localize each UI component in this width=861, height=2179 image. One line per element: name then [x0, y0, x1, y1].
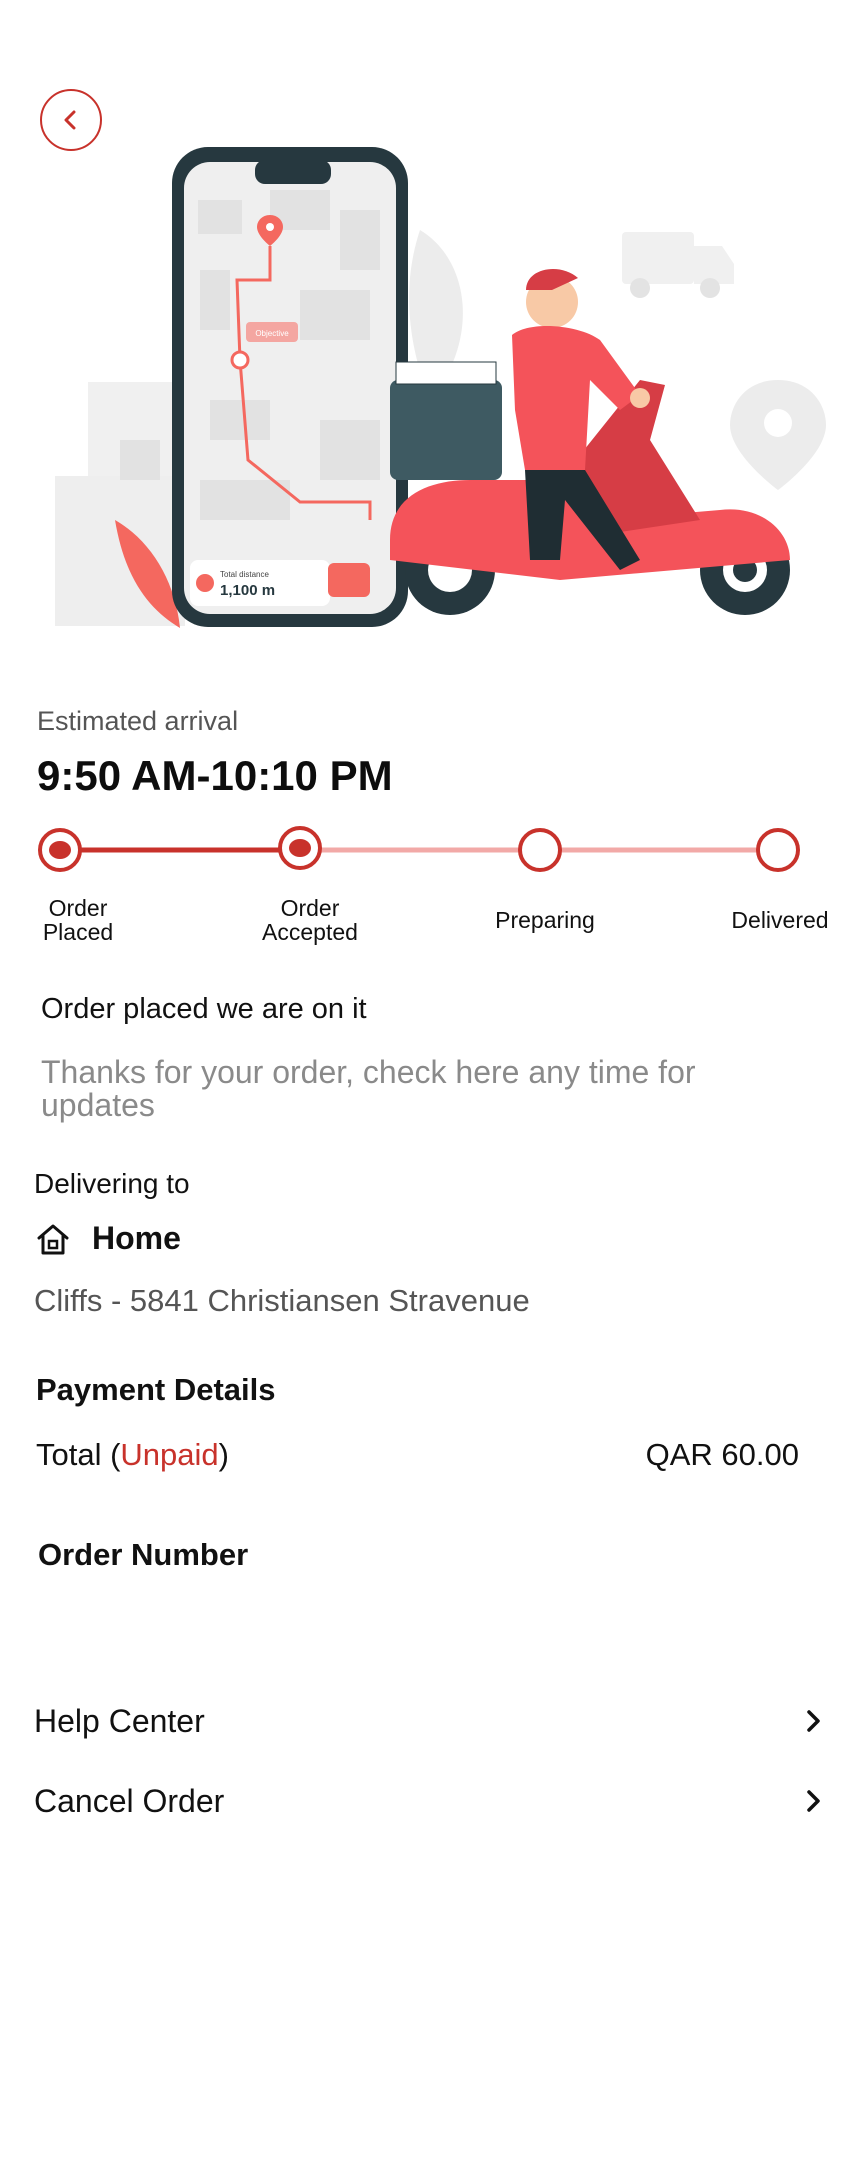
order-status-subtitle: Thanks for your order, check here any ti… — [41, 1054, 696, 1123]
step-label-line: Preparing — [495, 907, 595, 933]
total-distance-icon — [196, 574, 214, 592]
delivery-place: Home — [34, 1220, 181, 1257]
truck-icon — [328, 563, 370, 597]
order-progress-stepper: Order Placed Order Accepted Preparing De… — [0, 820, 861, 960]
step-dot-fill — [49, 841, 71, 859]
order-status-title: Order placed we are on it — [41, 993, 367, 1025]
map-tag-text: Objective — [255, 329, 289, 338]
payment-status-badge: Unpaid — [120, 1437, 219, 1472]
order-number-title: Order Number — [38, 1537, 249, 1572]
cancel-order-label: Cancel Order — [34, 1782, 225, 1819]
delivery-place-label: Home — [92, 1220, 181, 1256]
step-label-line: Accepted — [262, 919, 358, 945]
step-label-order-accepted: Order Accepted — [240, 896, 380, 944]
step-label-line: Placed — [42, 919, 114, 945]
distance-value: 1,100 m — [220, 582, 275, 599]
step-label-preparing: Preparing — [470, 908, 620, 932]
step-label-line: Order — [48, 895, 108, 921]
delivering-to-label: Delivering to — [34, 1168, 190, 1199]
step-dot-preparing — [518, 828, 562, 872]
chevron-right-icon — [807, 1790, 820, 1812]
step-label-delivered: Delivered — [705, 908, 855, 932]
cancel-order-row[interactable]: Cancel Order — [34, 1773, 826, 1829]
payment-details-title: Payment Details — [36, 1372, 276, 1407]
eta-label: Estimated arrival — [37, 706, 239, 736]
delivery-address: Cliffs - 5841 Christiansen Stravenue — [34, 1283, 530, 1318]
distance-label: Total distance — [220, 570, 269, 579]
step-dot-fill — [289, 839, 311, 857]
chevron-right-icon — [807, 1710, 820, 1732]
step-dot-delivered — [756, 828, 800, 872]
payment-total-amount: QAR 60.00 — [645, 1437, 799, 1472]
step-label-order-placed: Order Placed — [18, 896, 138, 944]
eta-time: 9:50 AM-10:10 PM — [37, 752, 393, 799]
home-icon — [37, 1224, 69, 1254]
step-label-line: Order — [280, 895, 340, 921]
total-suffix: ) — [218, 1437, 229, 1472]
delivery-illustration: Objective Total distance 1,100 m — [55, 147, 826, 628]
chevron-left-icon — [64, 110, 76, 130]
help-center-row[interactable]: Help Center — [34, 1693, 826, 1749]
progress-track — [38, 826, 800, 872]
total-prefix: Total ( — [36, 1437, 121, 1472]
step-label-line: Delivered — [731, 907, 829, 933]
help-center-label: Help Center — [34, 1702, 205, 1739]
payment-total-label: Total (Unpaid) — [36, 1437, 229, 1473]
